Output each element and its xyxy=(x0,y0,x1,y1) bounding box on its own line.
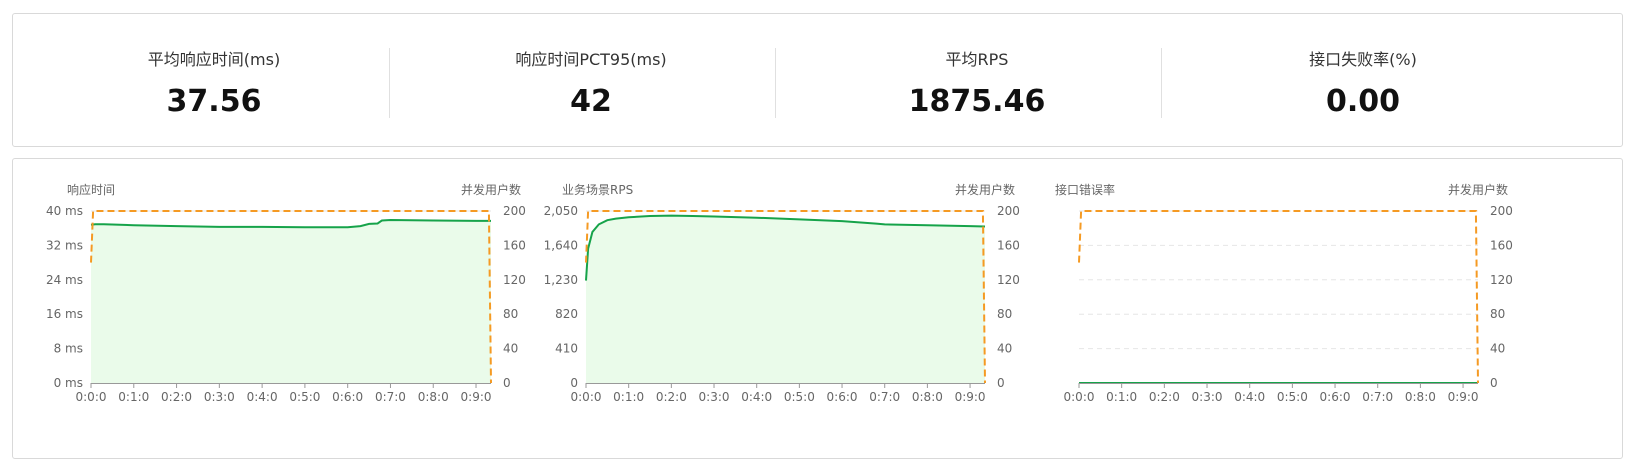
stat-pct95-response-time: 响应时间PCT95(ms) 42 xyxy=(389,14,793,148)
stat-label: 平均响应时间(ms) xyxy=(147,50,281,69)
y2-tick-label: 80 xyxy=(1490,307,1505,321)
charts-card: 响应时间 并发用户数 0 ms 0 8 ms 40 16 ms 80 24 ms 120 32 ms… xyxy=(12,158,1623,459)
x-tick-label: 0:6:0 xyxy=(1320,390,1351,404)
summary-stats-card: 平均响应时间(ms) 37.56 响应时间PCT95(ms) 42 平均RPS … xyxy=(12,13,1623,147)
left-axis-title: 接口错误率 xyxy=(1055,182,1115,197)
stat-avg-rps: 平均RPS 1875.46 xyxy=(775,14,1179,148)
y2-tick-label: 160 xyxy=(1490,238,1513,252)
x-tick-label: 0:9:0 xyxy=(1448,390,1479,404)
stat-value: 0.00 xyxy=(1325,84,1401,119)
concurrent-users-line xyxy=(1078,210,1479,384)
x-tick-label: 0:7:0 xyxy=(1362,390,1393,404)
error-rate-chart: 接口错误率 并发用户数 0 40 80 120 160 200 0:0:0 0:1:0 0:2:0 0… xyxy=(1055,182,1513,404)
stat-value: 37.56 xyxy=(166,84,262,119)
x-tick-label: 0:0:0 xyxy=(1064,390,1095,404)
y2-tick-label: 0 xyxy=(1490,376,1498,390)
stat-error-rate: 接口失败率(%) 0.00 xyxy=(1161,14,1565,148)
stat-label: 接口失败率(%) xyxy=(1309,50,1417,69)
stat-label: 平均RPS xyxy=(945,50,1009,69)
y2-tick-label: 40 xyxy=(1490,342,1505,356)
y2-tick-label: 120 xyxy=(1490,273,1513,287)
x-tick-label: 0:1:0 xyxy=(1106,390,1137,404)
right-axis-title: 并发用户数 xyxy=(1448,182,1508,197)
y2-tick-label: 200 xyxy=(1490,204,1513,218)
x-tick-label: 0:8:0 xyxy=(1405,390,1436,404)
x-tick-label: 0:4:0 xyxy=(1234,390,1265,404)
x-tick-label: 0:2:0 xyxy=(1149,390,1180,404)
stat-value: 1875.46 xyxy=(908,84,1046,119)
x-tick-label: 0:3:0 xyxy=(1192,390,1223,404)
stat-label: 响应时间PCT95(ms) xyxy=(515,50,667,69)
stat-value: 42 xyxy=(570,84,612,119)
stat-avg-response-time: 平均响应时间(ms) 37.56 xyxy=(13,14,415,148)
x-tick-label: 0:5:0 xyxy=(1277,390,1308,404)
